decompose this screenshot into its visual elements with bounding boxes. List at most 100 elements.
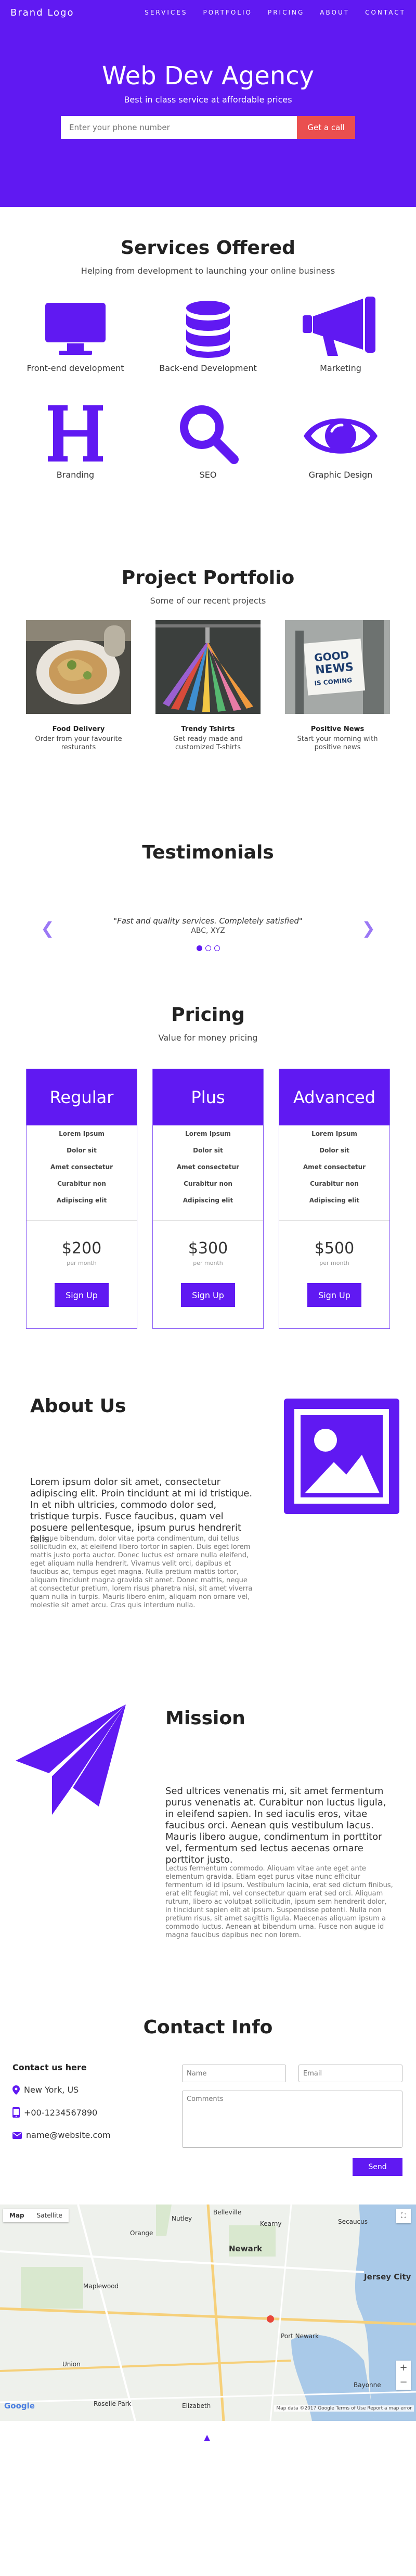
plan-feature: Adipiscing elit xyxy=(183,1197,233,1204)
map-label: Nutley xyxy=(172,2215,192,2222)
divider xyxy=(279,1220,389,1221)
map-label: Elizabeth xyxy=(182,2402,211,2410)
portfolio-section: Project Portfolio Some of our recent pro… xyxy=(0,567,416,827)
nav-item-portfolio[interactable]: PORTFOLIO xyxy=(203,9,252,16)
phone-input[interactable] xyxy=(61,116,297,139)
plan-price: $500 xyxy=(314,1239,355,1258)
testimonial-quote: "Fast and quality services. Completely s… xyxy=(113,916,303,926)
zoom-in-button[interactable]: + xyxy=(396,2361,411,2375)
pricing-title: Pricing xyxy=(171,1004,245,1026)
testimonials-title: Testimonials xyxy=(142,842,274,863)
plan-price: $200 xyxy=(61,1239,102,1258)
services-title: Services Offered xyxy=(121,237,295,259)
news-image: GOODNEWSIS COMING xyxy=(285,620,390,714)
contact-details: Contact us here New York, US +00-1234567… xyxy=(12,2062,111,2140)
nav-item-services[interactable]: SERVICES xyxy=(145,9,187,16)
plan-card-plus: Plus Lorem Ipsum Dolor sit Amet consecte… xyxy=(152,1069,264,1329)
google-logo: Google xyxy=(4,2401,35,2411)
brand-logo[interactable]: Brand Logo xyxy=(10,7,74,18)
map-label: Bayonne xyxy=(354,2381,381,2389)
zoom-out-button[interactable]: − xyxy=(396,2375,411,2390)
database-icon xyxy=(156,296,260,358)
testimonial-carousel: ❮ "Fast and quality services. Completely… xyxy=(0,916,416,951)
hero-subtitle: Best in class service at affordable pric… xyxy=(124,95,292,105)
carousel-prev-arrow[interactable]: ❮ xyxy=(41,918,55,938)
carousel-next-arrow[interactable]: ❯ xyxy=(361,918,375,938)
portfolio-item-title: Trendy Tshirts xyxy=(181,725,235,733)
plan-price: $300 xyxy=(188,1239,228,1258)
testimonials-section: Testimonials ❮ "Fast and quality service… xyxy=(0,827,416,1004)
about-title: About Us xyxy=(30,1395,126,1417)
plan-feature: Adipiscing elit xyxy=(309,1197,360,1204)
map-zoom-controls: + − xyxy=(396,2361,411,2390)
contact-phone: +00-1234567890 xyxy=(12,2107,111,2118)
map-attribution: Map data ©2017 Google Terms of Use Repor… xyxy=(274,2405,414,2412)
contact-section: Contact Info Contact us here New York, U… xyxy=(0,1996,416,2205)
plan-feature: Curabitur non xyxy=(57,1180,106,1187)
plan-feature: Curabitur non xyxy=(310,1180,359,1187)
plan-feature: Lorem Ipsum xyxy=(59,1130,105,1137)
phone-form: Get a call xyxy=(0,116,416,139)
plan-period: per month xyxy=(193,1260,223,1266)
plan-feature: Dolor sit xyxy=(319,1147,349,1154)
mission-section: Mission Sed ultrices venenatis mi, sit a… xyxy=(0,1646,416,1996)
navbar: Brand Logo SERVICES PORTFOLIO PRICING AB… xyxy=(0,0,416,25)
portfolio-item-news[interactable]: GOOD NEWS IS COMING Positive News Start yo… xyxy=(285,620,390,752)
divider xyxy=(27,1220,137,1221)
back-to-top-icon[interactable]: ▲ xyxy=(204,2432,210,2442)
contact-location: New York, US xyxy=(12,2085,111,2095)
location-pin-icon xyxy=(12,2085,20,2095)
map-label: Port Newark xyxy=(281,2333,319,2340)
carousel-indicators xyxy=(0,945,416,951)
send-button[interactable]: Send xyxy=(353,2158,402,2176)
fullscreen-icon[interactable]: ⛶ xyxy=(396,2209,411,2223)
portfolio-subtitle: Some of our recent projects xyxy=(150,596,266,606)
service-graphic-design: Graphic Design xyxy=(289,402,393,480)
portfolio-item-food[interactable]: Food Delivery Order from your favourite … xyxy=(26,620,131,752)
service-label: Branding xyxy=(56,470,95,480)
paper-plane-icon xyxy=(16,1704,127,1818)
tshirts-image xyxy=(155,620,261,714)
nav-item-about[interactable]: ABOUT xyxy=(320,9,349,16)
plan-feature: Curabitur non xyxy=(184,1180,232,1187)
contact-title: Contact Info xyxy=(143,2017,273,2038)
about-body: Quisque bibendum, dolor vitae porta cond… xyxy=(30,1535,253,1609)
contact-heading: Contact us here xyxy=(12,2062,87,2072)
sign-up-button[interactable]: Sign Up xyxy=(307,1283,361,1307)
carousel-dot[interactable] xyxy=(196,945,202,951)
services-section: Services Offered Helping from developmen… xyxy=(0,207,416,567)
map-label: Kearny xyxy=(260,2220,282,2227)
letter-h-icon xyxy=(23,402,127,465)
service-backend: Back-end Development xyxy=(156,296,260,373)
mobile-phone-icon xyxy=(12,2107,20,2118)
sign-up-button[interactable]: Sign Up xyxy=(181,1283,235,1307)
service-marketing: Marketing xyxy=(289,296,393,373)
carousel-dot[interactable] xyxy=(205,945,211,951)
sign-up-button[interactable]: Sign Up xyxy=(55,1283,109,1307)
map-label: Union xyxy=(62,2361,81,2368)
comments-field[interactable] xyxy=(182,2091,402,2148)
nav-item-contact[interactable]: CONTACT xyxy=(365,9,406,16)
service-label: Marketing xyxy=(320,363,361,373)
plan-feature: Dolor sit xyxy=(193,1147,223,1154)
carousel-dot[interactable] xyxy=(214,945,220,951)
email-field[interactable] xyxy=(298,2065,402,2082)
plan-feature: Adipiscing elit xyxy=(56,1197,107,1204)
map-tab-satellite[interactable]: Satellite xyxy=(31,2209,69,2222)
pricing-section: Pricing Value for money pricing Regular … xyxy=(0,1004,416,1337)
name-field[interactable] xyxy=(182,2065,286,2082)
megaphone-icon xyxy=(289,296,393,358)
map-label: Jersey City xyxy=(364,2272,411,2282)
mission-title: Mission xyxy=(165,1708,245,1729)
email-text[interactable]: name@website.com xyxy=(26,2130,111,2140)
plan-feature: Lorem Ipsum xyxy=(311,1130,357,1137)
testimonial-author: ABC, XYZ xyxy=(191,927,225,935)
map-label: Orange xyxy=(130,2229,153,2237)
portfolio-item-tshirts[interactable]: Trendy Tshirts Get ready made and custom… xyxy=(155,620,261,752)
get-call-button[interactable]: Get a call xyxy=(297,116,355,139)
map-tab-map[interactable]: Map xyxy=(3,2209,31,2222)
nav-item-pricing[interactable]: PRICING xyxy=(268,9,304,16)
footer: ▲ xyxy=(0,2421,416,2472)
map-embed[interactable]: Map Satellite ⛶ Newark Jersey City Eliza… xyxy=(0,2205,416,2421)
map-label: Roselle Park xyxy=(94,2400,132,2407)
